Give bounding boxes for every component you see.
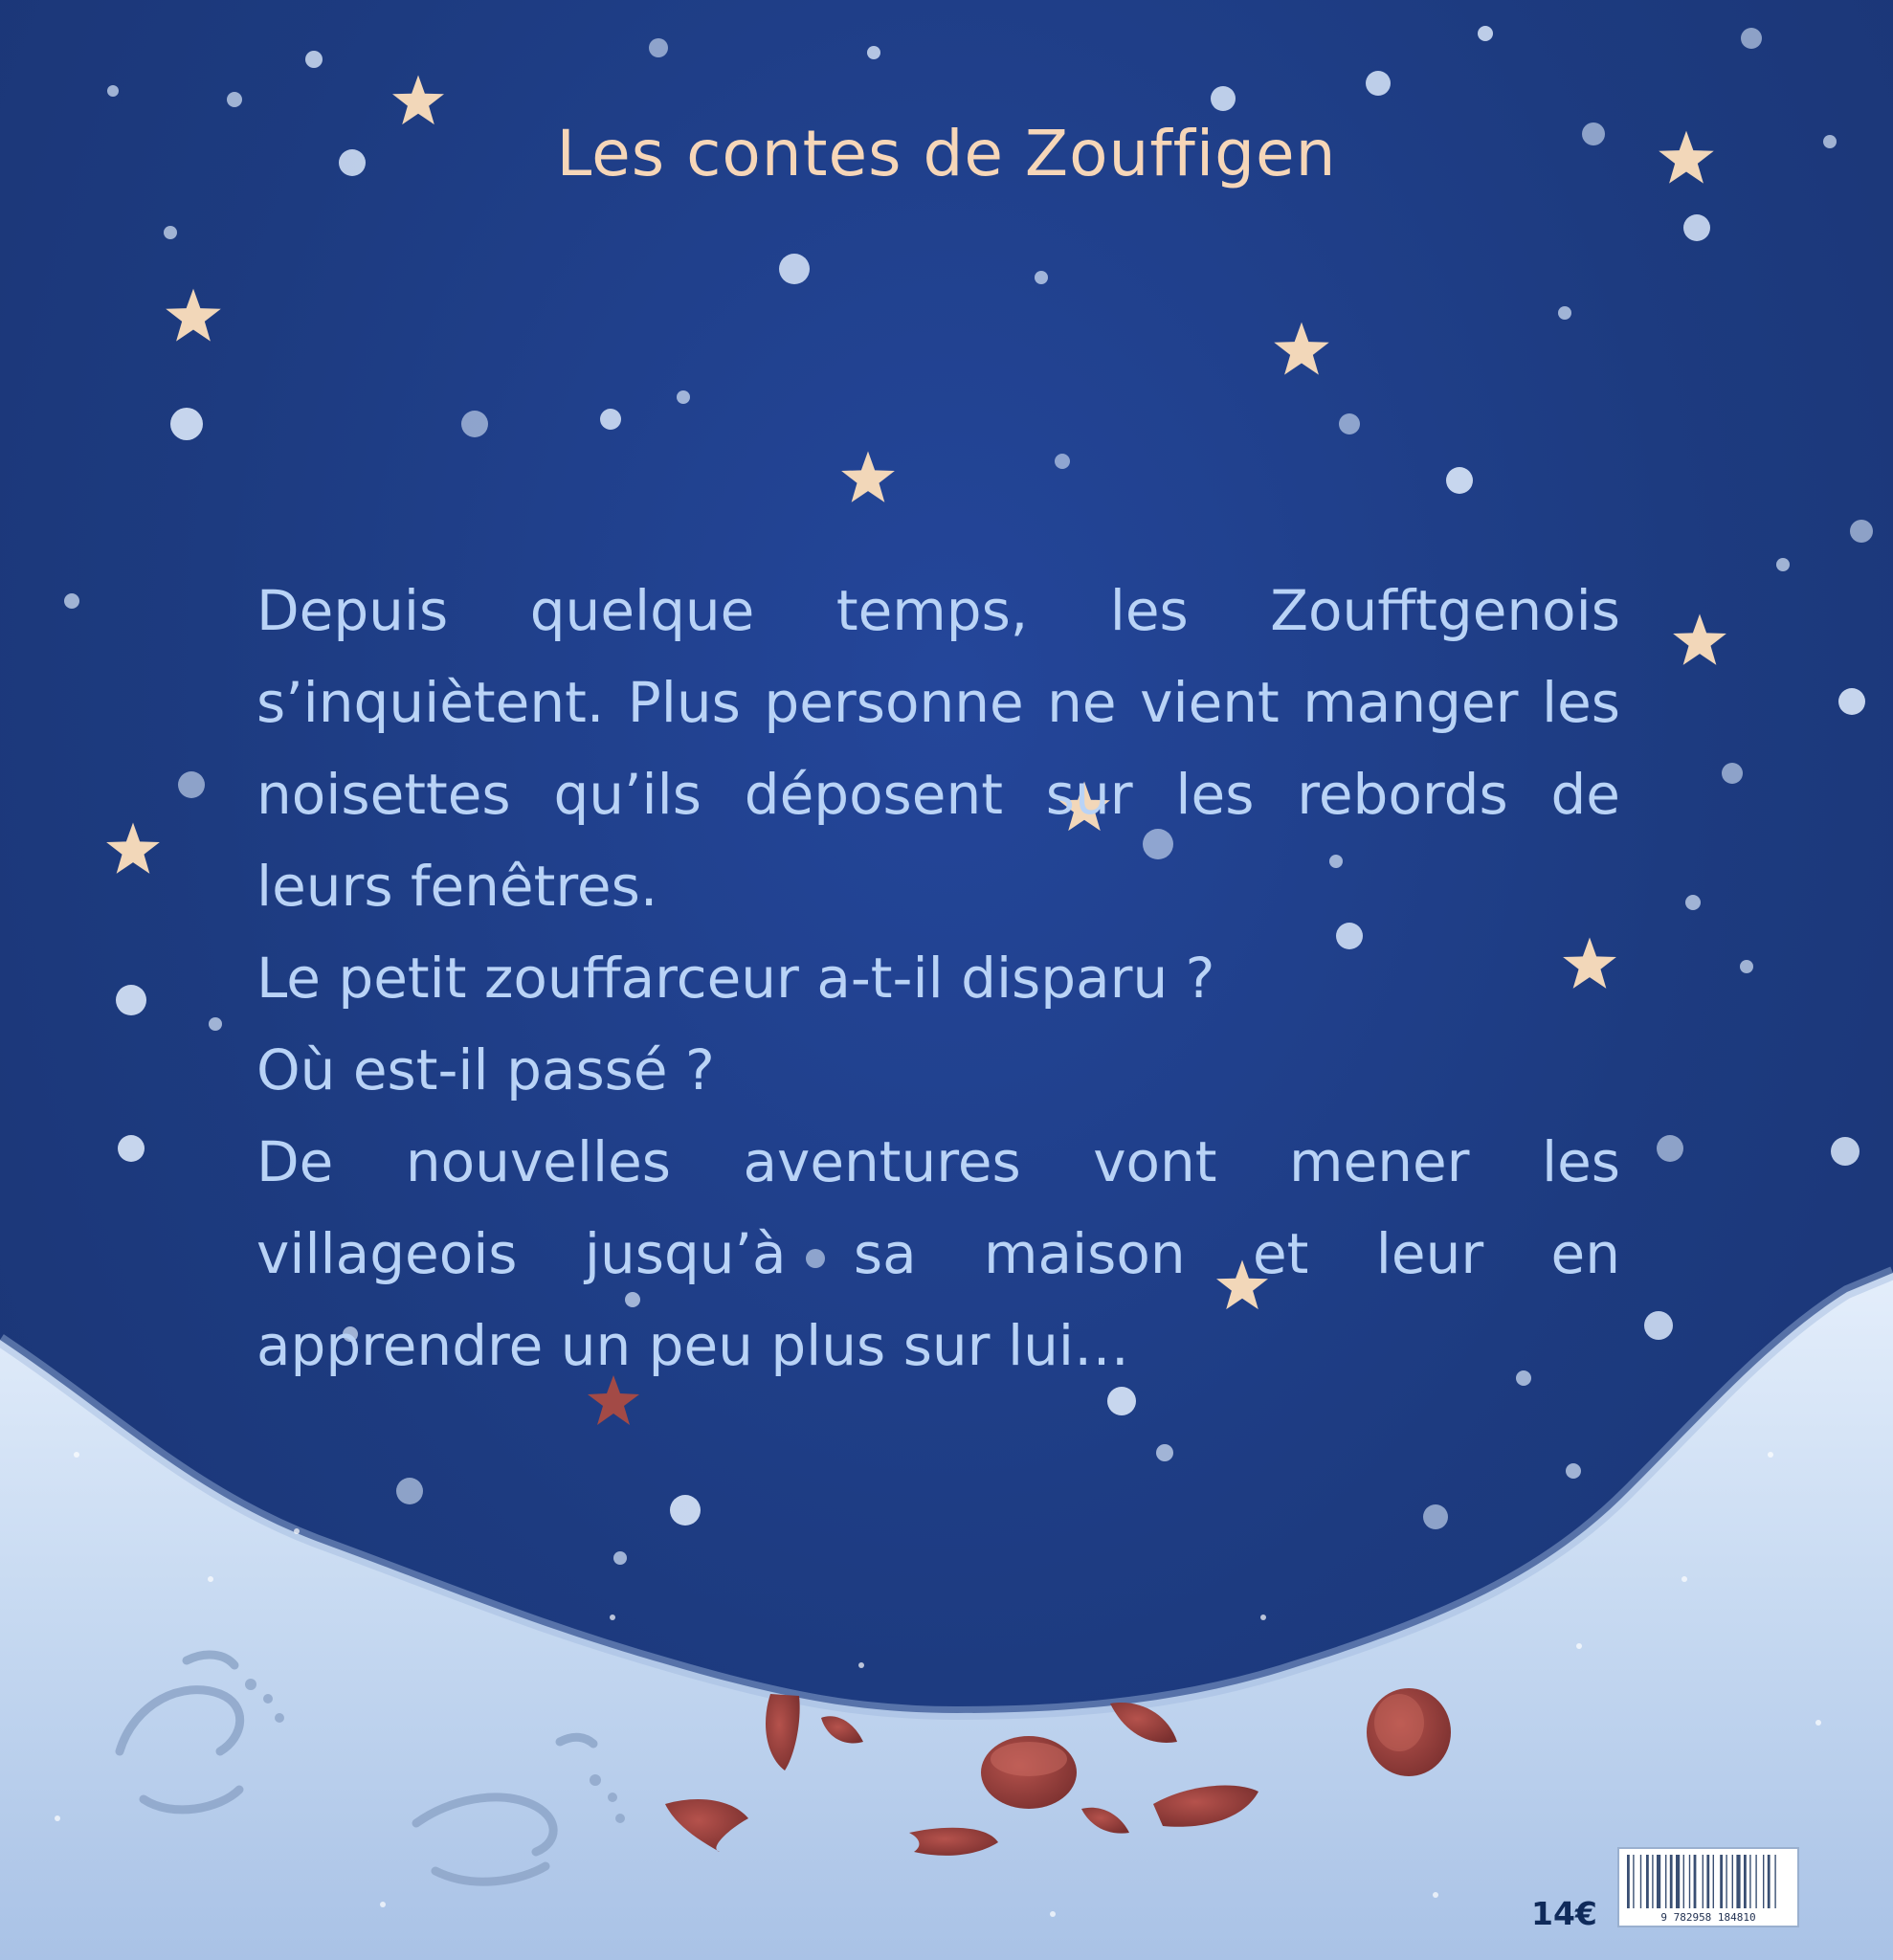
barcode-bar xyxy=(1693,1855,1697,1908)
barcode-bar xyxy=(1688,1855,1691,1908)
star-icon xyxy=(166,288,221,342)
star-icon xyxy=(1673,613,1726,665)
barcode-bar xyxy=(1774,1855,1776,1908)
star-icon xyxy=(106,822,160,874)
barcode-bar xyxy=(1744,1855,1747,1908)
isbn-digits: 9 782958 184810 xyxy=(1623,1911,1793,1924)
barcode-bar xyxy=(1665,1855,1667,1908)
barcode-icon: 9 782958 184810 xyxy=(1617,1847,1799,1927)
barcode-bar xyxy=(1639,1855,1642,1908)
barcode-bar xyxy=(1702,1855,1704,1908)
blurb-paragraph: Le petit zouffarceur a-t-il disparu ? xyxy=(256,946,1215,1011)
blurb-paragraph: De nouvelles aventures vont mener les vi… xyxy=(256,1129,1620,1378)
barcode-bar xyxy=(1706,1855,1710,1908)
barcode-bar xyxy=(1676,1855,1681,1908)
barcode-bar xyxy=(1627,1855,1630,1908)
barcode-bar xyxy=(1652,1855,1654,1908)
barcode-bar xyxy=(1767,1855,1771,1908)
barcode-bar xyxy=(1749,1855,1751,1908)
series-title: Les contes de Zouffigen xyxy=(556,117,1337,190)
barcode-bar xyxy=(1720,1855,1723,1908)
star-icon xyxy=(1274,322,1329,375)
star-icon xyxy=(841,451,895,502)
blurb-paragraph: Où est-il passé ? xyxy=(256,1037,715,1102)
barcode-bar xyxy=(1731,1855,1733,1908)
barcode-bar xyxy=(1682,1855,1684,1908)
barcode-bar xyxy=(1633,1855,1635,1908)
price-label: 14€ xyxy=(1531,1895,1597,1932)
barcode-bar xyxy=(1712,1855,1714,1908)
book-back-cover: Les contes de Zouffigen Depuis quelque t… xyxy=(0,0,1893,1960)
barcode-bar xyxy=(1755,1855,1757,1908)
barcode-bar xyxy=(1669,1855,1673,1908)
blurb-paragraph: Depuis quelque temps, les Zoufftgenois s… xyxy=(256,578,1620,919)
barcode-bar xyxy=(1763,1855,1765,1908)
barcode-bar xyxy=(1657,1855,1661,1908)
back-cover-blurb: Depuis quelque temps, les Zoufftgenois s… xyxy=(256,565,1620,1392)
barcode-bar xyxy=(1736,1855,1741,1908)
barcode-bar xyxy=(1646,1855,1649,1908)
